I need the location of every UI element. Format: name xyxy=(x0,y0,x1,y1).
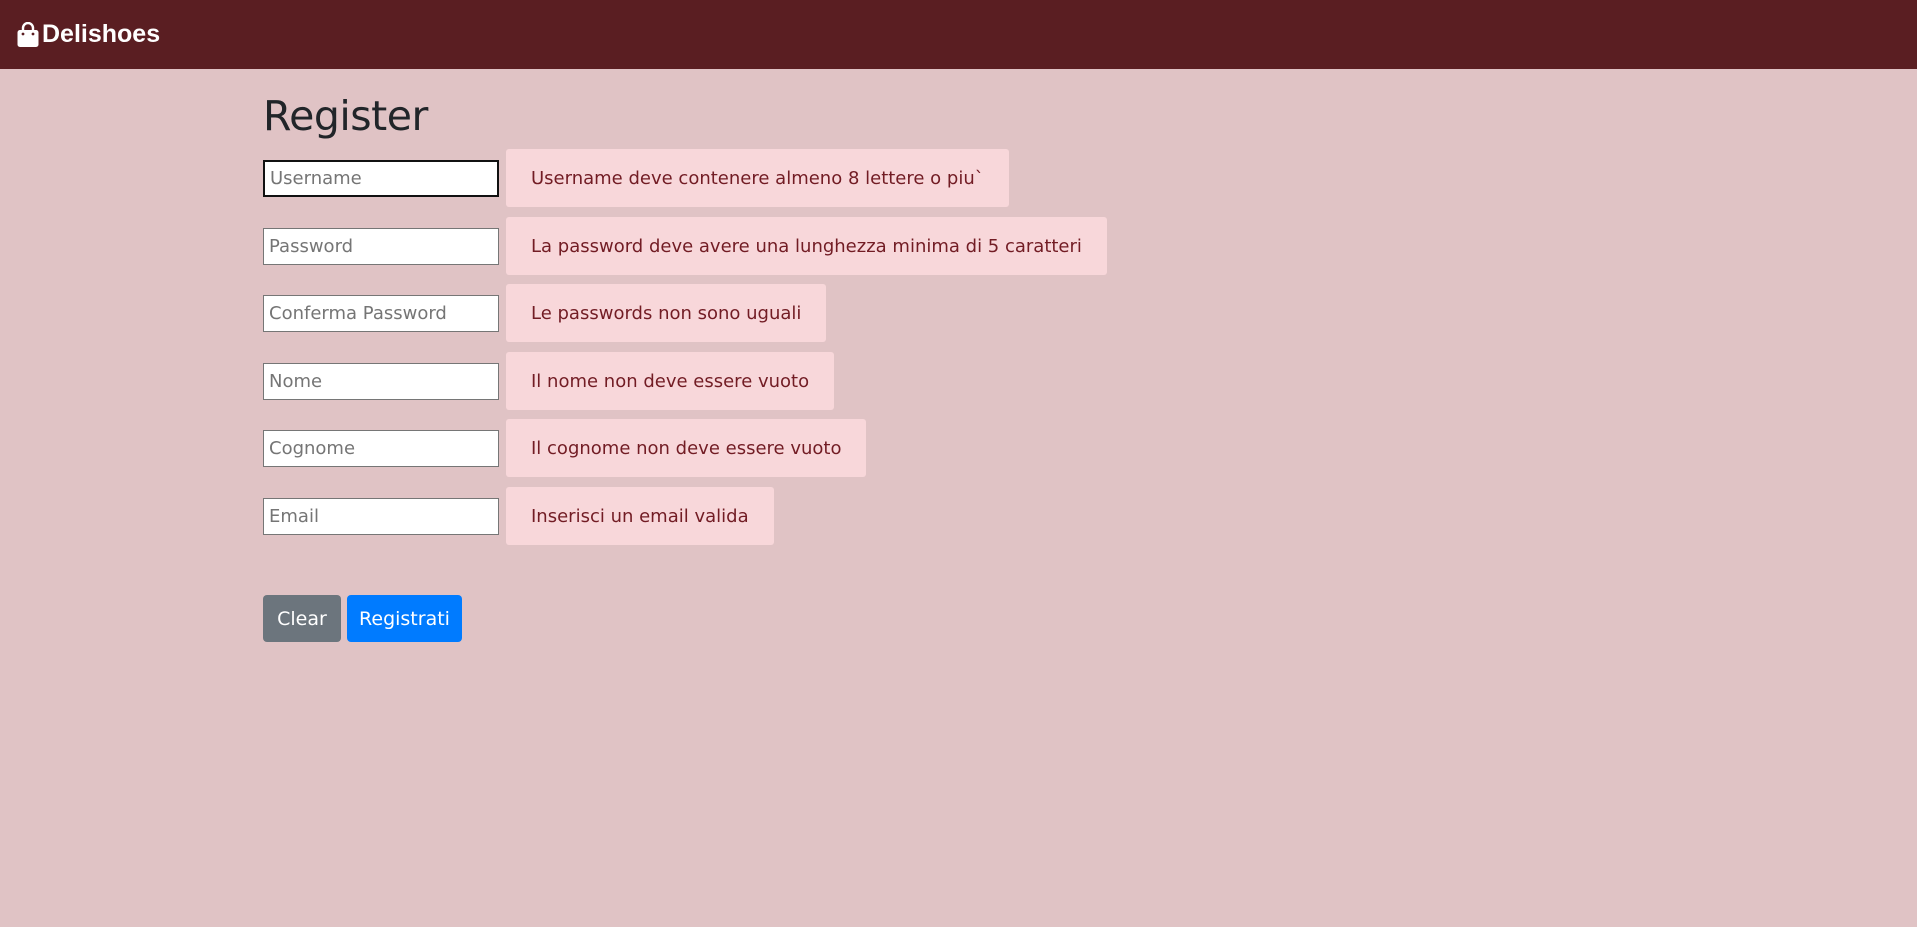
name-input[interactable] xyxy=(263,362,499,400)
confirm-password-input[interactable] xyxy=(263,294,499,332)
page-title: Register xyxy=(263,92,428,140)
register-button[interactable]: Registrati xyxy=(347,595,462,642)
password-error-alert: La password deve avere una lunghezza min… xyxy=(506,217,1107,275)
confirm-password-row: Le passwords non sono uguali xyxy=(263,284,827,342)
password-input[interactable] xyxy=(263,227,499,265)
surname-input[interactable] xyxy=(263,429,499,467)
password-row: La password deve avere una lunghezza min… xyxy=(263,217,1107,275)
confirm-password-error-alert: Le passwords non sono uguali xyxy=(506,284,827,342)
email-row: Inserisci un email valida xyxy=(263,487,774,545)
surname-row: Il cognome non deve essere vuoto xyxy=(263,419,867,477)
email-input[interactable] xyxy=(263,497,499,535)
navbar: Delishoes xyxy=(0,0,1917,69)
name-row: Il nome non deve essere vuoto xyxy=(263,352,835,410)
username-error-alert: Username deve contenere almeno 8 lettere… xyxy=(506,149,1009,207)
email-error-alert: Inserisci un email valida xyxy=(506,487,774,545)
username-row: Username deve contenere almeno 8 lettere… xyxy=(263,149,1009,207)
clear-button[interactable]: Clear xyxy=(263,595,341,642)
brand-link[interactable]: Delishoes xyxy=(16,20,160,49)
form-actions: Clear Registrati xyxy=(263,595,462,642)
register-header: Register xyxy=(263,92,428,140)
brand-name: Delishoes xyxy=(42,20,161,48)
name-error-alert: Il nome non deve essere vuoto xyxy=(506,352,835,410)
username-input[interactable] xyxy=(263,159,499,197)
surname-error-alert: Il cognome non deve essere vuoto xyxy=(506,419,867,477)
shopping-bag-icon xyxy=(16,21,40,48)
